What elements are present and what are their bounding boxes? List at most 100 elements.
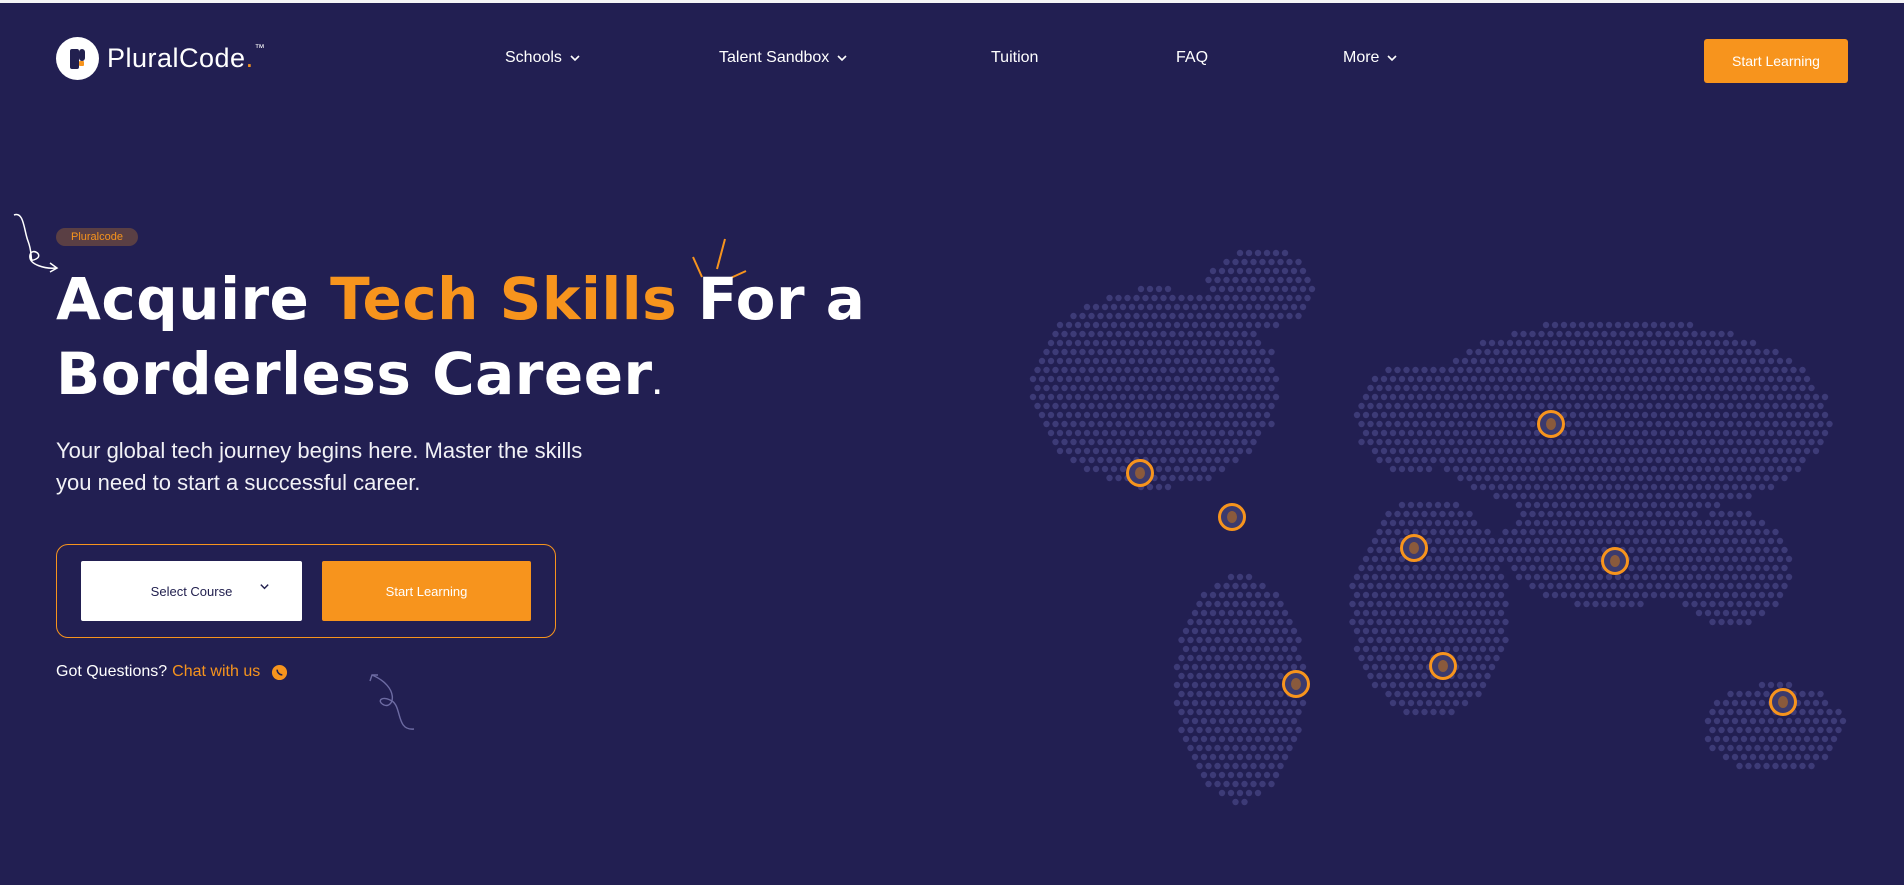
map-dot xyxy=(1119,357,1127,365)
map-dot xyxy=(1412,420,1419,428)
map-dot xyxy=(1637,420,1644,428)
map-dot xyxy=(1682,456,1689,464)
nav-item-schools[interactable]: Schools xyxy=(505,49,582,67)
map-dot xyxy=(1551,591,1559,599)
map-dot xyxy=(1646,564,1653,572)
map-dot xyxy=(1421,384,1428,392)
map-dot xyxy=(1767,591,1775,599)
map-dot xyxy=(1659,465,1667,473)
map-dot xyxy=(1772,474,1779,482)
map-dot xyxy=(1488,555,1496,563)
map-dot xyxy=(1650,501,1658,509)
map-dot xyxy=(1731,573,1739,581)
map-dot xyxy=(1223,366,1230,374)
map-dot xyxy=(1353,627,1361,635)
map-dot xyxy=(1790,456,1797,464)
map-dot xyxy=(1137,303,1145,311)
map-dot xyxy=(1817,708,1824,716)
map-dot xyxy=(1092,375,1100,383)
map-dot xyxy=(1178,456,1185,464)
map-dot xyxy=(1214,690,1221,698)
map-dot xyxy=(1776,429,1784,437)
map-dot xyxy=(1713,447,1721,455)
map-dot xyxy=(1718,564,1725,572)
map-dot xyxy=(1461,519,1469,527)
map-dot xyxy=(1745,618,1752,626)
map-dot xyxy=(1187,708,1194,716)
map-dot xyxy=(1763,600,1770,608)
map-dot xyxy=(1254,411,1262,419)
map-dot xyxy=(1200,321,1208,329)
map-dot xyxy=(1736,366,1743,374)
chat-with-us-link[interactable]: Chat with us xyxy=(172,663,260,681)
map-dot xyxy=(1709,564,1716,572)
nav-item-faq[interactable]: FAQ xyxy=(1176,49,1208,67)
map-dot xyxy=(1763,366,1770,374)
header-start-learning-button[interactable]: Start Learning xyxy=(1704,39,1848,83)
map-dot xyxy=(1254,285,1262,293)
map-dot xyxy=(1164,321,1172,329)
map-dot xyxy=(1632,339,1640,347)
map-dot xyxy=(1452,537,1460,545)
map-dot xyxy=(1169,312,1176,320)
map-dot xyxy=(1686,357,1694,365)
map-dot xyxy=(1200,303,1208,311)
map-dot xyxy=(1745,438,1752,446)
map-dot xyxy=(1106,366,1113,374)
nav-item-more[interactable]: More xyxy=(1343,49,1399,67)
map-dot xyxy=(1799,384,1806,392)
map-dot xyxy=(1479,645,1487,653)
form-start-learning-button[interactable]: Start Learning xyxy=(322,561,531,621)
map-dot xyxy=(1254,663,1262,671)
map-dot xyxy=(1659,393,1667,401)
map-dot xyxy=(1569,429,1577,437)
map-dot xyxy=(1461,591,1469,599)
map-dot xyxy=(1394,618,1401,626)
map-dot xyxy=(1439,438,1446,446)
map-dot xyxy=(1128,411,1136,419)
map-dot xyxy=(1745,744,1752,752)
map-dot xyxy=(1470,357,1478,365)
map-dot xyxy=(1376,402,1383,410)
map-dot xyxy=(1074,429,1082,437)
map-dot xyxy=(1223,438,1230,446)
map-dot xyxy=(1470,573,1478,581)
map-dot xyxy=(1529,348,1536,356)
nav-item-talent-sandbox[interactable]: Talent Sandbox xyxy=(719,49,849,67)
map-dot xyxy=(1281,627,1289,635)
map-dot xyxy=(1547,546,1554,554)
map-dot xyxy=(1214,276,1221,284)
map-dot xyxy=(1389,663,1397,671)
map-dot xyxy=(1425,393,1433,401)
map-dot xyxy=(1502,618,1509,626)
map-dot xyxy=(1709,366,1716,374)
map-dot xyxy=(1601,348,1608,356)
map-dot xyxy=(1461,609,1469,617)
map-dot xyxy=(1493,420,1500,428)
map-dot xyxy=(1376,564,1383,572)
map-dot xyxy=(1529,456,1536,464)
map-dot xyxy=(1196,312,1203,320)
map-dot xyxy=(1178,384,1185,392)
course-select[interactable]: Select Course xyxy=(81,561,302,621)
map-dot xyxy=(1218,789,1226,797)
map-dot xyxy=(1511,438,1518,446)
questions-label: Got Questions? xyxy=(56,663,168,680)
map-dot xyxy=(1515,411,1523,419)
map-dot xyxy=(1632,357,1640,365)
map-dot xyxy=(1808,690,1815,698)
map-dot xyxy=(1659,375,1667,383)
map-dot xyxy=(1205,726,1212,734)
map-dot xyxy=(1434,555,1442,563)
map-dot xyxy=(1781,564,1788,572)
map-dot xyxy=(1592,510,1599,518)
map-dot xyxy=(1506,375,1514,383)
map-dot xyxy=(1641,519,1649,527)
map-dot xyxy=(1367,636,1374,644)
map-dot xyxy=(1610,330,1617,338)
map-dot xyxy=(1709,402,1716,410)
nav-item-tuition[interactable]: Tuition xyxy=(991,49,1038,67)
map-dot xyxy=(1232,582,1239,590)
whatsapp-icon[interactable] xyxy=(271,664,288,681)
map-dot xyxy=(1191,699,1199,707)
